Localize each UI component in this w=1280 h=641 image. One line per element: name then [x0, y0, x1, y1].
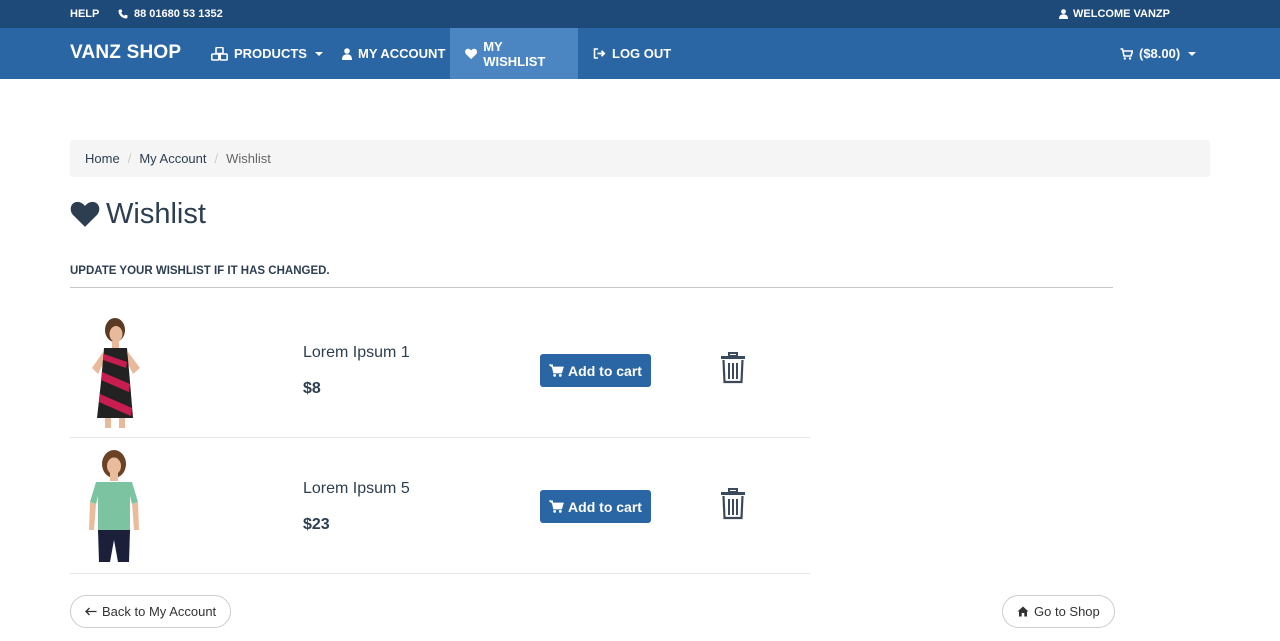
cart-icon — [549, 364, 564, 377]
user-icon — [342, 47, 352, 60]
chevron-down-icon — [1188, 51, 1197, 56]
home-icon — [1017, 606, 1029, 617]
wishlist-item: Lorem Ipsum 1 $8 Add to cart — [70, 302, 810, 438]
nav-products[interactable]: PRODUCTS — [196, 28, 338, 79]
nav-log-out-label: LOG OUT — [612, 46, 672, 61]
breadcrumb-my-account[interactable]: My Account — [139, 151, 206, 166]
nav-my-wishlist[interactable]: MY WISHLIST — [450, 28, 578, 79]
product-name[interactable]: Lorem Ipsum 5 — [303, 480, 410, 498]
main-navbar: VANZ SHOP PRODUCTS MY ACCOUNT MY WISHLIS… — [0, 28, 1280, 79]
breadcrumb-separator: / — [127, 151, 132, 166]
nav-products-label: PRODUCTS — [234, 46, 307, 61]
nav-my-account-label: MY ACCOUNT — [358, 46, 446, 61]
product-price: $23 — [303, 516, 330, 533]
back-to-account-label: Back to My Account — [102, 604, 217, 619]
cart-icon — [549, 500, 564, 513]
wishlist-instruction: UPDATE YOUR WISHLIST IF IT HAS CHANGED. — [70, 265, 330, 277]
trash-icon[interactable] — [720, 488, 746, 520]
sign-out-icon — [593, 48, 606, 59]
heart-icon — [465, 48, 478, 59]
nav-log-out[interactable]: LOG OUT — [578, 28, 686, 79]
add-to-cart-button[interactable]: Add to cart — [540, 490, 651, 523]
cart-total: ($8.00) — [1139, 46, 1181, 61]
arrow-left-icon — [85, 607, 97, 616]
add-to-cart-label: Add to cart — [568, 362, 642, 379]
brand-logo[interactable]: VANZ SHOP — [70, 42, 181, 64]
breadcrumb: Home / My Account / Wishlist — [70, 140, 1210, 177]
trash-icon[interactable] — [720, 352, 746, 384]
product-price: $8 — [303, 380, 321, 397]
product-image[interactable] — [70, 446, 160, 564]
help-link[interactable]: HELP — [70, 8, 99, 20]
breadcrumb-home[interactable]: Home — [85, 151, 120, 166]
page-title-text: Wishlist — [106, 198, 206, 230]
breadcrumb-separator: / — [214, 151, 219, 166]
top-utility-bar: HELP 88 01680 53 1352 WELCOME VANZP — [0, 0, 1280, 28]
phone-icon — [118, 9, 128, 19]
add-to-cart-label: Add to cart — [568, 498, 642, 515]
phone-number: 88 01680 53 1352 — [134, 8, 223, 20]
user-icon — [1059, 9, 1068, 19]
product-image[interactable] — [70, 310, 160, 428]
nav-cart[interactable]: ($8.00) — [1105, 28, 1211, 79]
back-to-account-button[interactable]: Back to My Account — [70, 595, 232, 628]
chevron-down-icon — [314, 51, 323, 56]
page-title: Wishlist — [70, 198, 206, 231]
welcome-user[interactable]: WELCOME VANZP — [1059, 8, 1170, 20]
cart-icon — [1120, 47, 1133, 60]
phone-contact: 88 01680 53 1352 — [118, 8, 223, 20]
cubes-icon — [211, 46, 228, 61]
nav-my-wishlist-label: MY WISHLIST — [483, 38, 546, 69]
product-name[interactable]: Lorem Ipsum 1 — [303, 344, 410, 362]
breadcrumb-current: Wishlist — [226, 151, 271, 166]
heart-icon — [70, 201, 100, 227]
wishlist-item: Lorem Ipsum 5 $23 Add to cart — [70, 438, 810, 574]
divider — [70, 287, 1113, 288]
nav-my-account[interactable]: MY ACCOUNT — [327, 28, 460, 79]
go-to-shop-label: Go to Shop — [1034, 604, 1100, 619]
add-to-cart-button[interactable]: Add to cart — [540, 354, 651, 387]
welcome-text: WELCOME VANZP — [1073, 8, 1170, 20]
go-to-shop-button[interactable]: Go to Shop — [1002, 595, 1115, 628]
